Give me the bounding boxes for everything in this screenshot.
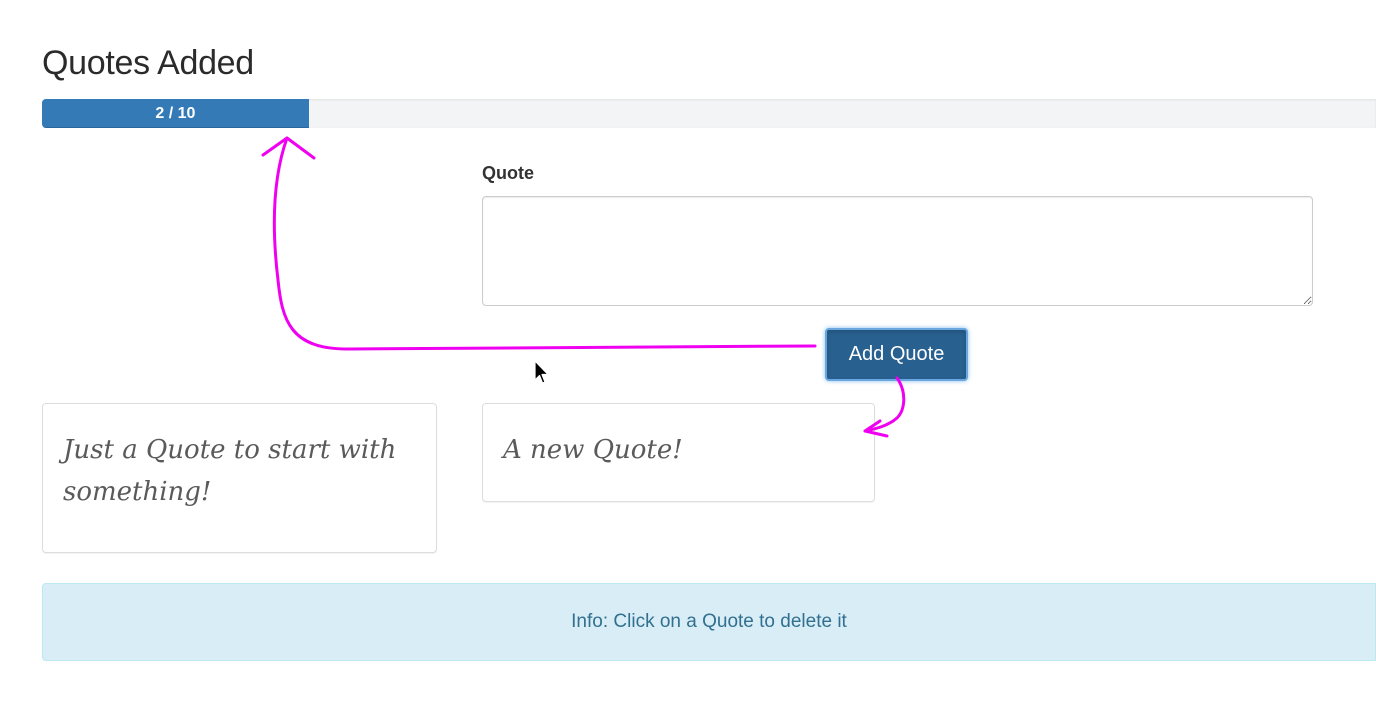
info-alert: Info: Click on a Quote to delete it (42, 583, 1376, 661)
annotation-arrowhead-progress (261, 136, 316, 160)
quotes-progress: 2 / 10 (42, 99, 1376, 128)
add-quote-button[interactable]: Add Quote (825, 328, 968, 381)
page: Quotes Added 2 / 10 Quote Add Quote Just… (0, 0, 1376, 714)
quote-label: Quote (482, 163, 534, 183)
quotes-progress-bar: 2 / 10 (42, 99, 309, 128)
quote-card[interactable]: A new Quote! (482, 403, 875, 502)
quote-card[interactable]: Just a Quote to start with something! (42, 403, 437, 553)
page-title: Quotes Added (42, 44, 254, 82)
mouse-pointer-icon (534, 360, 549, 384)
quote-input[interactable] (482, 196, 1313, 306)
